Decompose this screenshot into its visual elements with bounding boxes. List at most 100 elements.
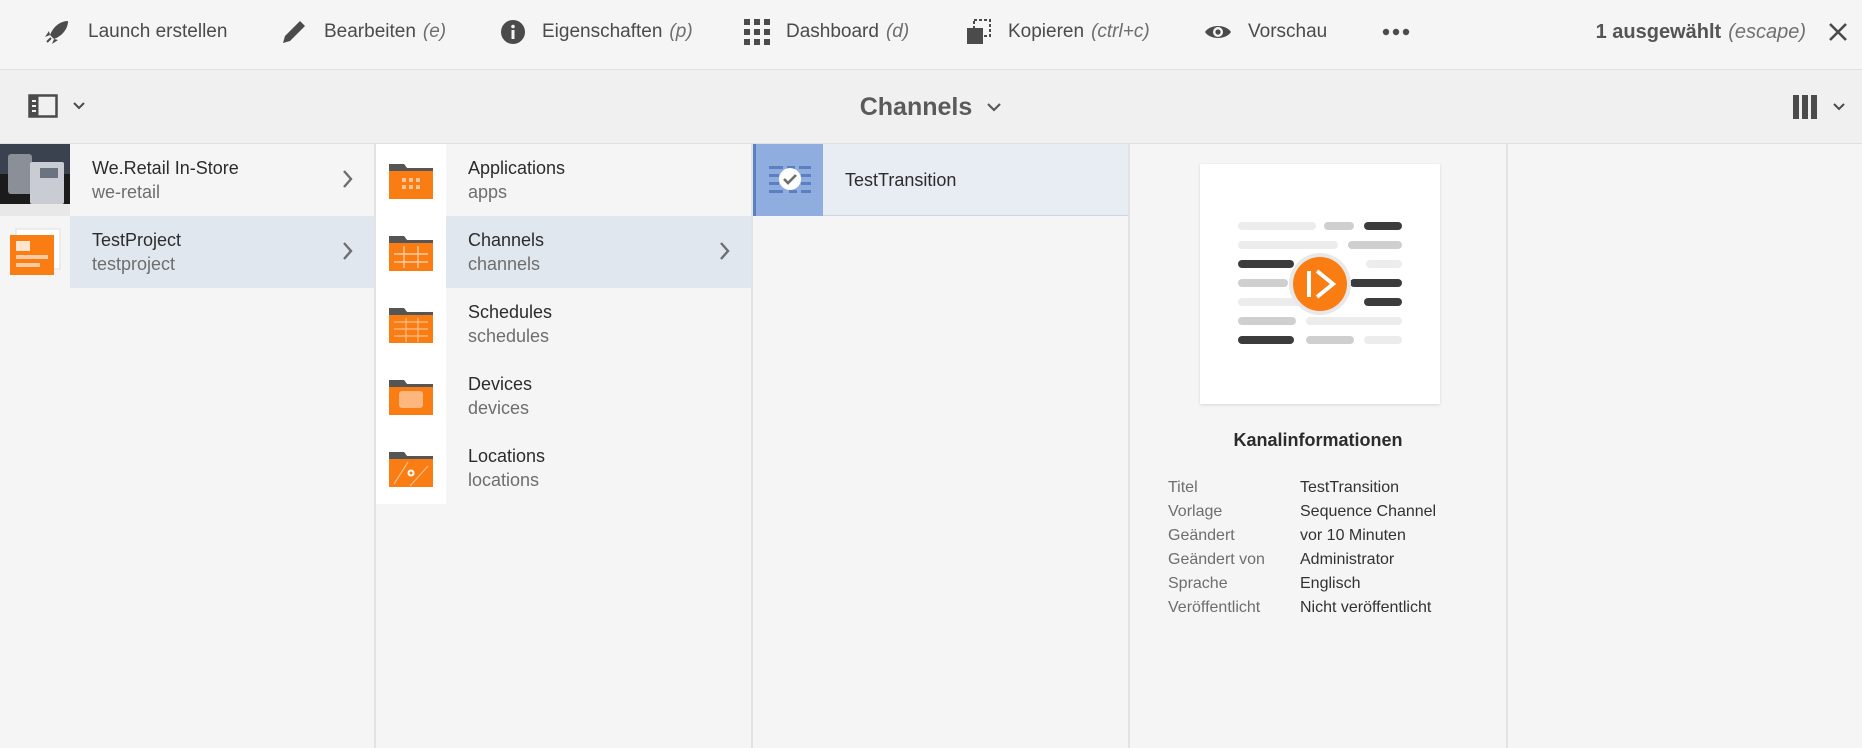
meta-value: vor 10 Minuten bbox=[1300, 527, 1406, 544]
item-name: locations bbox=[468, 470, 540, 490]
item-title: Channels bbox=[468, 230, 545, 250]
view-switcher-button[interactable] bbox=[1792, 94, 1846, 120]
chevron-down-icon bbox=[987, 103, 1002, 112]
info-metadata: Titel TestTransition Vorlage Sequence Ch… bbox=[1168, 476, 1436, 620]
close-selection-button[interactable] bbox=[1822, 16, 1854, 48]
chevron-down-icon bbox=[73, 102, 85, 110]
item-name: devices bbox=[468, 398, 530, 418]
folder-icon bbox=[376, 288, 446, 360]
meta-row-geaendert: Geändert vor 10 Minuten bbox=[1168, 524, 1436, 548]
bearbeiten-button[interactable]: Bearbeiten (e) bbox=[280, 0, 446, 64]
folder-icon bbox=[376, 360, 446, 432]
eye-icon bbox=[1205, 26, 1231, 38]
item-title: TestTransition bbox=[845, 169, 957, 190]
meta-row-titel: Titel TestTransition bbox=[1168, 476, 1436, 500]
eigenschaften-label: Eigenschaften bbox=[542, 21, 663, 42]
meta-row-vorlage: Vorlage Sequence Channel bbox=[1168, 500, 1436, 524]
vorschau-label: Vorschau bbox=[1248, 21, 1328, 42]
meta-value: Sequence Channel bbox=[1300, 503, 1437, 520]
eigenschaften-shortcut: (p) bbox=[669, 21, 693, 42]
selection-count-label: 1 ausgewählt bbox=[1595, 20, 1722, 43]
meta-key: Veröffentlicht bbox=[1168, 599, 1261, 616]
column-item-channels[interactable]: Channels channels bbox=[376, 216, 751, 288]
selection-shortcut: (escape) bbox=[1728, 20, 1806, 43]
column-channels: TestTransition bbox=[753, 143, 1130, 748]
more-actions-button[interactable] bbox=[1382, 0, 1426, 64]
grid-icon bbox=[744, 19, 770, 45]
launch-erstellen-label: Launch erstellen bbox=[88, 21, 228, 42]
meta-key: Geändert von bbox=[1168, 551, 1265, 568]
meta-value: TestTransition bbox=[1300, 479, 1399, 496]
kopieren-label: Kopieren bbox=[1008, 21, 1085, 42]
info-heading: Kanalinformationen bbox=[1233, 430, 1403, 450]
bearbeiten-label: Bearbeiten bbox=[324, 21, 416, 42]
column-item-locations[interactable]: Locations locations bbox=[376, 432, 751, 504]
rail-toggle-icon bbox=[28, 94, 58, 118]
dashboard-label: Dashboard bbox=[786, 21, 879, 42]
we-retail-thumbnail bbox=[0, 144, 70, 216]
testproject-thumbnail bbox=[0, 216, 70, 288]
meta-key: Sprache bbox=[1168, 575, 1228, 592]
page-title-dropdown[interactable]: Channels bbox=[860, 93, 1003, 122]
item-name: channels bbox=[468, 254, 541, 274]
meta-key: Geändert bbox=[1168, 527, 1235, 544]
meta-key: Titel bbox=[1168, 479, 1198, 496]
close-icon bbox=[1829, 23, 1847, 41]
bearbeiten-shortcut: (e) bbox=[422, 21, 447, 42]
item-title: Locations bbox=[468, 446, 546, 466]
pencil-icon bbox=[283, 21, 305, 43]
page-title: Channels bbox=[859, 92, 973, 121]
column-item-applications[interactable]: Applications apps bbox=[376, 144, 751, 216]
copy-icon bbox=[967, 19, 991, 44]
column-view: We.Retail In-Store we-retail TestProject… bbox=[0, 143, 1862, 748]
dashboard-shortcut: (d) bbox=[885, 21, 910, 42]
kopieren-button[interactable]: Kopieren (ctrl+c) bbox=[966, 0, 1150, 64]
meta-value: Nicht veröffentlicht bbox=[1300, 599, 1432, 616]
column-item-devices[interactable]: Devices devices bbox=[376, 360, 751, 432]
launch-erstellen-button[interactable]: Launch erstellen bbox=[42, 0, 227, 64]
chevron-right-icon bbox=[343, 242, 353, 260]
play-sequence-icon bbox=[1289, 253, 1351, 315]
meta-key: Vorlage bbox=[1168, 503, 1223, 520]
item-title: Devices bbox=[468, 374, 533, 394]
column-item-testtransition[interactable]: TestTransition bbox=[753, 143, 1128, 216]
column-view-icon bbox=[1793, 95, 1817, 119]
item-title: We.Retail In-Store bbox=[92, 158, 239, 178]
channel-preview-card bbox=[1200, 164, 1440, 404]
rail-toggle-button[interactable] bbox=[28, 94, 86, 118]
info-icon bbox=[501, 20, 525, 44]
chevron-down-icon bbox=[1833, 103, 1845, 111]
chevron-right-icon bbox=[720, 242, 730, 260]
item-name: apps bbox=[468, 182, 508, 202]
column-item-we-retail[interactable]: We.Retail In-Store we-retail bbox=[0, 144, 374, 216]
chevron-right-icon bbox=[343, 170, 353, 188]
page-title-area: Channels bbox=[0, 70, 1862, 144]
folder-icon bbox=[376, 216, 446, 288]
empty-column bbox=[1508, 144, 1862, 748]
meta-value: Englisch bbox=[1300, 575, 1361, 592]
meta-row-geaendert-von: Geändert von Administrator bbox=[1168, 548, 1436, 572]
meta-value: Administrator bbox=[1300, 551, 1395, 568]
eigenschaften-button[interactable]: Eigenschaften (p) bbox=[500, 0, 693, 64]
folder-icon bbox=[376, 432, 446, 504]
vorschau-button[interactable]: Vorschau bbox=[1204, 0, 1327, 64]
selected-item-thumbnail bbox=[753, 143, 823, 216]
item-title: TestProject bbox=[92, 230, 182, 250]
meta-row-veroeffentlicht: Veröffentlicht Nicht veröffentlicht bbox=[1168, 596, 1436, 620]
item-name: schedules bbox=[468, 326, 550, 346]
dashboard-button[interactable]: Dashboard (d) bbox=[744, 0, 909, 64]
column-item-schedules[interactable]: Schedules schedules bbox=[376, 288, 751, 360]
more-icon bbox=[1382, 28, 1410, 36]
folder-icon bbox=[376, 144, 446, 216]
title-bar: Channels bbox=[0, 70, 1862, 144]
item-title: Applications bbox=[468, 158, 566, 178]
column-item-testproject[interactable]: TestProject testproject bbox=[0, 216, 374, 288]
rocket-icon bbox=[45, 21, 68, 44]
selection-count: 1 ausgewählt (escape) bbox=[1596, 0, 1806, 64]
item-name: we-retail bbox=[92, 182, 161, 202]
column-testproject: Applications apps Channels channels Sche… bbox=[376, 144, 753, 748]
item-name: testproject bbox=[92, 254, 176, 274]
info-panel: Kanalinformationen Titel TestTransition … bbox=[1130, 144, 1508, 748]
item-title: Schedules bbox=[468, 302, 553, 322]
column-root: We.Retail In-Store we-retail TestProject… bbox=[0, 144, 376, 748]
